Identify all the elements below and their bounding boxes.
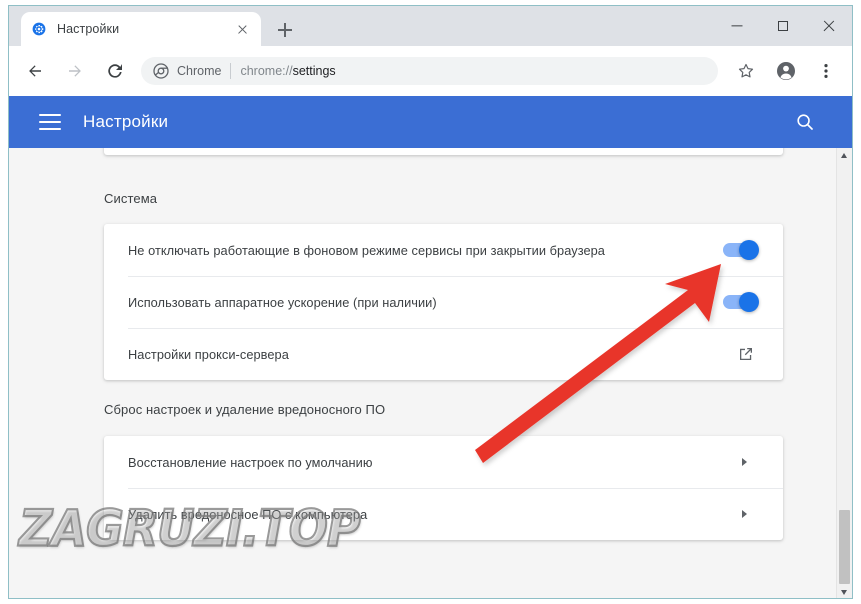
page-title: Настройки bbox=[83, 112, 169, 131]
hamburger-menu-icon[interactable] bbox=[39, 114, 61, 130]
row-label: Использовать аппаратное ускорение (при н… bbox=[128, 294, 437, 310]
close-window-button[interactable] bbox=[806, 6, 852, 46]
scroll-down-arrow-icon[interactable] bbox=[837, 584, 852, 598]
row-label: Восстановление настроек по умолчанию bbox=[128, 454, 373, 470]
browser-tab-settings[interactable]: Настройки bbox=[21, 12, 261, 46]
account-avatar-icon[interactable] bbox=[769, 54, 803, 88]
omnibox-url: chrome://settings bbox=[240, 64, 335, 78]
scrollbar-thumb[interactable] bbox=[839, 510, 850, 584]
browser-toolbar: Chrome chrome://settings bbox=[9, 46, 852, 96]
scroll-up-arrow-icon[interactable] bbox=[837, 148, 852, 164]
omnibox-separator bbox=[230, 63, 232, 79]
browser-window: Настройки Chrome chrome://settings Настр… bbox=[8, 5, 853, 599]
toggle-hardware-acceleration[interactable] bbox=[723, 292, 759, 312]
settings-content: Система Не отключать работающие в фоново… bbox=[9, 148, 852, 598]
settings-row-hardware-acceleration[interactable]: Использовать аппаратное ускорение (при н… bbox=[104, 276, 783, 328]
chrome-icon bbox=[153, 63, 169, 79]
watermark: ZAGRUZI.TOP bbox=[18, 498, 362, 558]
tab-strip: Настройки bbox=[9, 6, 852, 46]
section-title-reset: Сброс настроек и удаление вредоносного П… bbox=[104, 402, 386, 417]
minimize-button[interactable] bbox=[714, 6, 760, 46]
tab-close-icon[interactable] bbox=[233, 20, 251, 38]
three-dot-menu-icon[interactable] bbox=[809, 54, 843, 88]
omnibox-site-label: Chrome bbox=[177, 64, 222, 78]
toggle-background-apps[interactable] bbox=[723, 240, 759, 260]
omnibox-url-scheme: chrome:// bbox=[240, 64, 293, 78]
address-bar[interactable]: Chrome chrome://settings bbox=[141, 57, 718, 85]
toggle-knob bbox=[739, 240, 759, 260]
section-title-system: Система bbox=[104, 191, 158, 206]
window-controls bbox=[714, 6, 852, 46]
settings-row-proxy-settings[interactable]: Настройки прокси-сервера bbox=[104, 328, 783, 380]
chevron-right-icon[interactable] bbox=[737, 454, 753, 470]
chevron-right-icon[interactable] bbox=[737, 506, 753, 522]
forward-arrow-icon bbox=[58, 54, 92, 88]
tab-title: Настройки bbox=[57, 22, 120, 36]
omnibox-url-path: settings bbox=[292, 64, 336, 78]
previous-section-card-clipped bbox=[104, 148, 783, 155]
row-label: Не отключать работающие в фоновом режиме… bbox=[128, 242, 605, 258]
settings-card-system: Не отключать работающие в фоновом режиме… bbox=[104, 224, 783, 380]
reload-icon[interactable] bbox=[98, 54, 132, 88]
settings-row-background-apps[interactable]: Не отключать работающие в фоновом режиме… bbox=[104, 224, 783, 276]
settings-row-restore-defaults[interactable]: Восстановление настроек по умолчанию bbox=[104, 436, 783, 488]
external-link-icon[interactable] bbox=[737, 345, 755, 363]
star-icon[interactable] bbox=[729, 54, 763, 88]
back-arrow-icon[interactable] bbox=[18, 54, 52, 88]
new-tab-button[interactable] bbox=[271, 16, 299, 44]
settings-app-bar: Настройки bbox=[9, 96, 852, 148]
gear-icon bbox=[32, 22, 46, 36]
maximize-button[interactable] bbox=[760, 6, 806, 46]
row-label: Настройки прокси-сервера bbox=[128, 346, 289, 362]
toggle-knob bbox=[739, 292, 759, 312]
vertical-scrollbar[interactable] bbox=[836, 148, 852, 598]
search-icon[interactable] bbox=[788, 105, 822, 139]
